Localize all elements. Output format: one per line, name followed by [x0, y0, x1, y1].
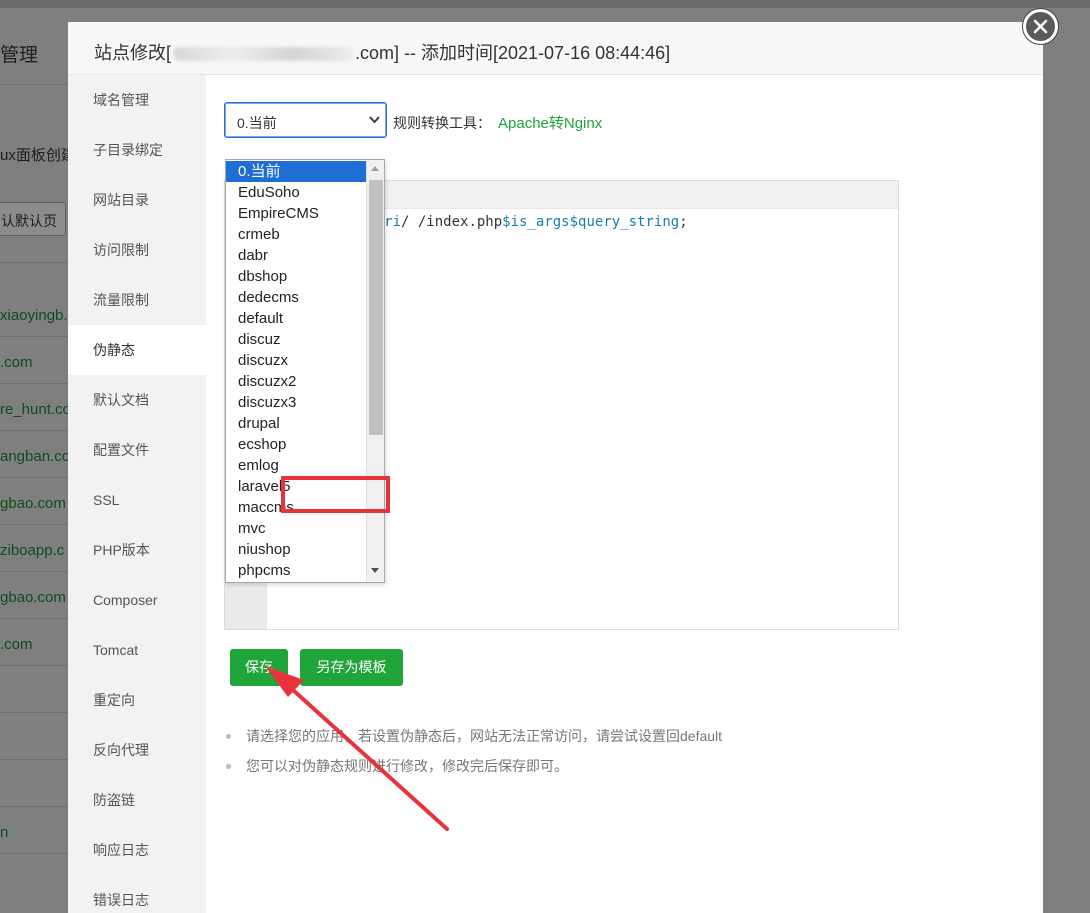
tip-item: 您可以对伪静态规则进行修改，修改完后保存即可。: [224, 751, 722, 781]
rewrite-rule-selected: 0.当前: [237, 115, 277, 131]
dropdown-option[interactable]: dedecms: [226, 287, 366, 308]
save-as-template-button[interactable]: 另存为模板: [300, 649, 403, 686]
background-site-link: gbao.com: [0, 495, 66, 512]
chevron-down-icon: [369, 116, 380, 124]
background-site-link: ziboapp.c: [0, 542, 65, 559]
dropdown-option[interactable]: crmeb: [226, 224, 366, 245]
redacted-domain: [173, 47, 354, 62]
nav-item-php-version[interactable]: PHP版本: [68, 525, 206, 575]
nav-item-tomcat[interactable]: Tomcat: [68, 625, 206, 675]
background-site-link: gbao.com: [0, 589, 66, 606]
dropdown-option[interactable]: emlog: [226, 455, 366, 476]
background-divider: [0, 712, 70, 713]
scroll-down-icon[interactable]: [371, 568, 379, 573]
dropdown-option[interactable]: EduSoho: [226, 182, 366, 203]
nav-item-default-doc[interactable]: 默认文档: [68, 375, 206, 425]
background-divider: [0, 262, 70, 263]
annotation-highlight-box: [281, 476, 390, 513]
background-divider: [0, 336, 70, 337]
background-text: ux面板创建: [0, 147, 76, 164]
dropdown-scrollbar[interactable]: [366, 160, 384, 582]
background-topbar: [0, 0, 1090, 8]
dropdown-option[interactable]: ecshop: [226, 434, 366, 455]
background-divider: [0, 665, 70, 666]
tip-item: 请选择您的应用，若设置伪静态后，网站无法正常访问，请尝试设置回default: [224, 721, 722, 751]
modal-title-prefix: 站点修改[: [94, 43, 172, 63]
dropdown-option[interactable]: discuzx3: [226, 392, 366, 413]
nav-item-access-log[interactable]: 响应日志: [68, 825, 206, 875]
nav-item-hotlink-protection[interactable]: 防盗链: [68, 775, 206, 825]
dropdown-option-list: 0.当前 EduSoho EmpireCMS crmeb dabr dbshop…: [226, 161, 366, 581]
background-site-link: n: [0, 824, 9, 841]
background-divider: [0, 759, 70, 760]
nav-item-ssl[interactable]: SSL: [68, 475, 206, 525]
dropdown-option[interactable]: 0.当前: [226, 161, 366, 182]
nav-item-subdirectory[interactable]: 子目录绑定: [68, 125, 206, 175]
background-default-page-button: 认默认页: [0, 202, 66, 236]
background-divider: [0, 524, 70, 525]
dropdown-option[interactable]: discuzx2: [226, 371, 366, 392]
save-button[interactable]: 保存: [230, 649, 288, 686]
dropdown-option[interactable]: phpcms: [226, 560, 366, 581]
tips-list: 请选择您的应用，若设置伪静态后，网站无法正常访问，请尝试设置回default 您…: [224, 721, 722, 781]
nav-item-rewrite[interactable]: 伪静态: [68, 325, 206, 375]
dropdown-option[interactable]: discuzx: [226, 350, 366, 371]
background-site-link: xiaoyingb.: [0, 307, 68, 324]
modal-title-suffix: .com] -- 添加时间[2021-07-16 08:44:46]: [355, 43, 671, 63]
background-site-link: angban.co: [0, 448, 71, 465]
scroll-up-icon[interactable]: [371, 166, 379, 171]
rule-convert-label: 规则转换工具：: [393, 115, 491, 131]
close-button[interactable]: [1023, 9, 1058, 44]
rewrite-rule-select[interactable]: 0.当前: [224, 102, 387, 138]
dropdown-option[interactable]: discuz: [226, 329, 366, 350]
editor-code-line: ri $uri/ /index.php$is_args$query_string…: [342, 214, 688, 230]
modal-side-nav: 域名管理 子目录绑定 网站目录 访问限制 流量限制 伪静态 默认文档 配置文件 …: [68, 75, 206, 913]
dropdown-option[interactable]: dabr: [226, 245, 366, 266]
rewrite-panel: 0.当前 规则转换工具： Apache转Nginx ri $uri/ /inde…: [206, 75, 1043, 913]
background-divider: [0, 618, 70, 619]
background-divider: [0, 84, 70, 85]
background-divider: [0, 383, 70, 384]
rewrite-rule-dropdown[interactable]: 0.当前 EduSoho EmpireCMS crmeb dabr dbshop…: [225, 159, 385, 583]
dropdown-option[interactable]: default: [226, 308, 366, 329]
dropdown-option[interactable]: mvc: [226, 518, 366, 539]
background-divider: [0, 853, 70, 854]
nav-item-config-file[interactable]: 配置文件: [68, 425, 206, 475]
nav-item-composer[interactable]: Composer: [68, 575, 206, 625]
background-site-link: re_hunt.co: [0, 401, 71, 418]
dropdown-option[interactable]: drupal: [226, 413, 366, 434]
background-divider: [0, 477, 70, 478]
background-title: 管理: [0, 45, 39, 66]
nav-item-site-directory[interactable]: 网站目录: [68, 175, 206, 225]
nav-item-error-log[interactable]: 错误日志: [68, 875, 206, 913]
dropdown-option[interactable]: dbshop: [226, 266, 366, 287]
background-divider: [0, 806, 70, 807]
background-site-link: .com: [0, 354, 33, 371]
modal-header: 站点修改[ .com] -- 添加时间[2021-07-16 08:44:46]: [68, 22, 1043, 75]
dropdown-option[interactable]: EmpireCMS: [226, 203, 366, 224]
nav-item-reverse-proxy[interactable]: 反向代理: [68, 725, 206, 775]
site-edit-modal: 站点修改[.com] -- 添加时间[2021-07-16 08:44:46] …: [68, 22, 1043, 913]
background-divider: [0, 430, 70, 431]
background-divider: [0, 571, 70, 572]
modal-title: 站点修改[ .com] -- 添加时间[2021-07-16 08:44:46]: [94, 39, 670, 65]
apache-to-nginx-link[interactable]: Apache转Nginx: [498, 112, 602, 133]
nav-item-access-limit[interactable]: 访问限制: [68, 225, 206, 275]
nav-item-traffic-limit[interactable]: 流量限制: [68, 275, 206, 325]
close-icon: [1033, 19, 1048, 34]
nav-item-redirect[interactable]: 重定向: [68, 675, 206, 725]
scrollbar-thumb[interactable]: [369, 180, 383, 435]
background-site-link: .com: [0, 636, 33, 653]
nav-item-domain[interactable]: 域名管理: [68, 75, 206, 125]
dropdown-option[interactable]: niushop: [226, 539, 366, 560]
